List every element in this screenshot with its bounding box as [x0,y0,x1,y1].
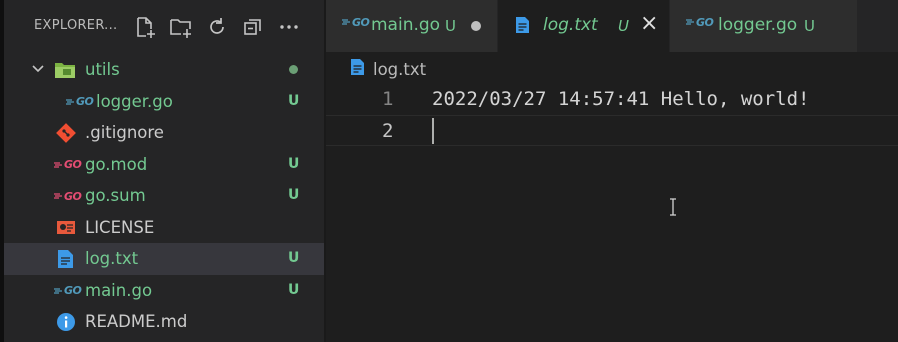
explorer-header: EXPLORER... [4,0,324,52]
go-file-icon: GO [686,16,714,29]
tree-item-gitignore[interactable]: .gitignore [4,117,324,149]
tab-label: main.go [371,15,441,35]
info-icon [56,312,76,332]
explorer-title: EXPLORER... [34,18,118,33]
collapse-all-icon[interactable] [240,14,266,40]
git-icon [56,123,76,143]
go-file-icon: GO [54,281,82,301]
tree-item-label: .gitignore [85,123,164,142]
new-folder-icon[interactable] [168,14,194,40]
text-file-icon [350,58,365,80]
tree-item-readme[interactable]: README.md [4,306,324,338]
text-file-icon [515,16,530,38]
refresh-icon[interactable] [204,14,230,40]
untracked-badge: U [288,281,300,298]
tree-item-label: utils [85,60,120,79]
editor-line: 1 2022/03/27 14:57:41 Hello, world! [326,84,898,115]
tree-item-utils[interactable]: utils [4,54,324,86]
chevron-down-icon [30,61,46,77]
tab-logger-go[interactable]: GO logger.go U [670,0,858,52]
untracked-badge: U [288,155,300,172]
tab-main-go[interactable]: GO main.go U [326,0,498,52]
line-number: 1 [382,88,394,110]
unsaved-dot[interactable] [471,21,481,31]
explorer-sidebar: EXPLORER... utils GO logger.go U .gitign… [4,0,324,342]
license-icon [56,218,76,238]
mouse-ibeam-cursor [670,198,676,216]
editor-line-current: 2 [326,115,898,146]
tab-label: logger.go [718,15,798,35]
go-file-icon: GO [66,92,94,112]
tree-item-label: README.md [85,312,188,331]
tree-item-label: log.txt [85,249,139,268]
editor-tab-bar: GO main.go U log.txt U × GO logger.go U [326,0,898,52]
go-mod-icon: GO [54,155,82,175]
close-icon[interactable]: × [640,11,658,36]
file-tree: utils GO logger.go U .gitignore GO go.mo… [4,54,324,338]
tree-item-main-go[interactable]: GO main.go U [4,275,324,307]
tab-untracked-badge: U [445,17,456,35]
breadcrumb-file[interactable]: log.txt [373,60,426,79]
modified-dot [289,65,298,74]
tree-item-log-txt[interactable]: log.txt U [4,243,324,275]
untracked-badge: U [288,92,300,109]
tree-item-go-mod[interactable]: GO go.mod U [4,149,324,181]
go-mod-icon: GO [54,186,82,206]
tree-item-logger-go[interactable]: GO logger.go U [4,86,324,118]
folder-icon [54,60,76,80]
go-file-icon: GO [342,16,370,29]
tree-item-go-sum[interactable]: GO go.sum U [4,180,324,212]
tree-item-license[interactable]: LICENSE [4,212,324,244]
text-cursor [432,118,434,144]
untracked-badge: U [288,250,300,266]
new-file-icon[interactable] [132,14,158,40]
tab-label: log.txt [543,15,598,35]
line-number: 2 [382,120,394,142]
tree-item-label: go.sum [85,186,146,205]
code-editor[interactable]: 1 2022/03/27 14:57:41 Hello, world! 2 [326,84,898,342]
more-icon[interactable] [276,14,302,40]
tab-log-txt[interactable]: log.txt U × [498,0,670,52]
tree-item-label: go.mod [85,154,148,174]
explorer-actions [132,14,302,40]
tab-untracked-badge: U [618,17,629,35]
tab-untracked-badge: U [804,17,815,35]
text-file-icon [57,249,74,269]
untracked-badge: U [288,187,300,203]
breadcrumb[interactable]: log.txt [350,58,426,80]
tree-item-label: LICENSE [85,217,155,237]
tree-item-label: logger.go [96,91,173,111]
line-text: 2022/03/27 14:57:41 Hello, world! [432,88,810,110]
tree-item-label: main.go [85,280,153,300]
